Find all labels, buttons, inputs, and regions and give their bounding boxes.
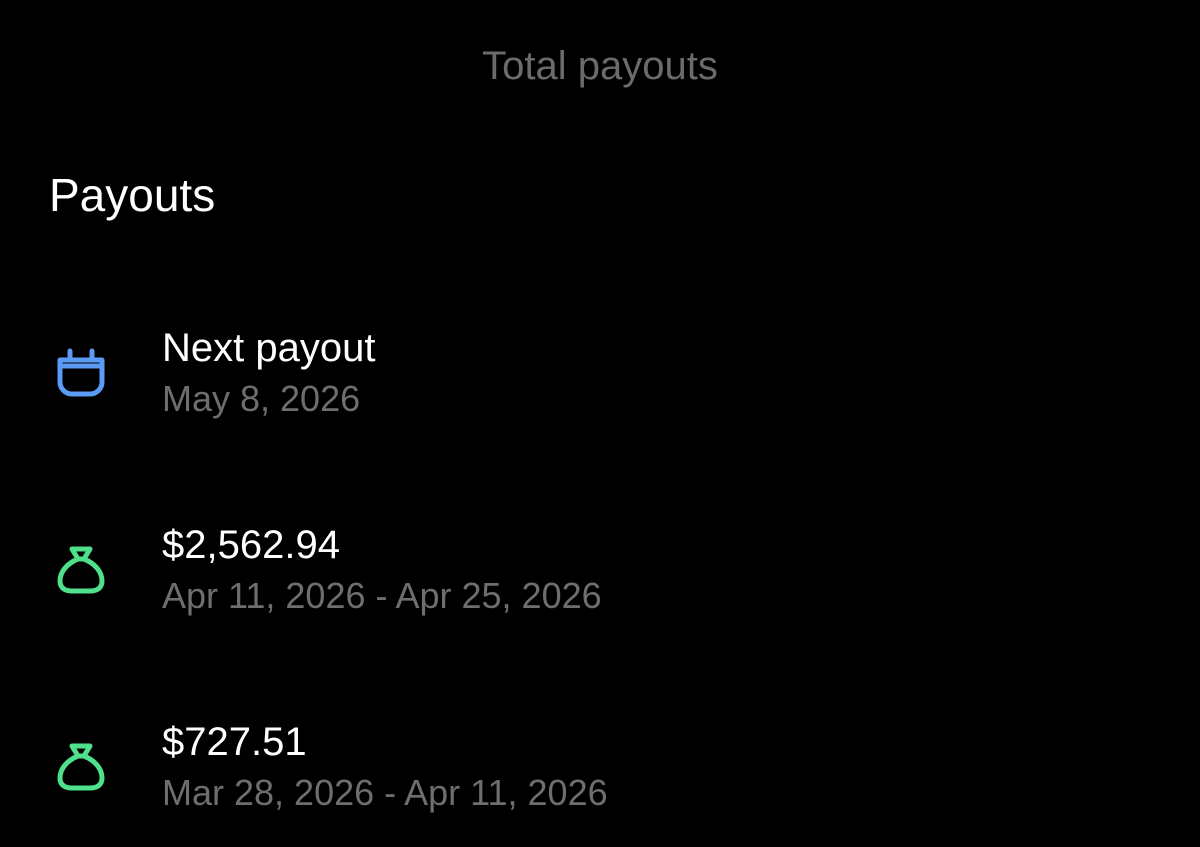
next-payout-title: Next payout: [162, 326, 376, 370]
next-payout-row[interactable]: Next payout May 8, 2026: [0, 322, 1200, 432]
payout-period: Mar 28, 2026 - Apr 11, 2026: [162, 772, 608, 813]
calendar-icon: [50, 342, 112, 404]
payout-row[interactable]: $727.51 Mar 28, 2026 - Apr 11, 2026: [0, 716, 1200, 826]
total-payouts-link[interactable]: Total payouts: [0, 42, 1200, 90]
money-bag-icon: [50, 539, 112, 601]
money-bag-icon: [50, 736, 112, 798]
payouts-section-title: Payouts: [49, 169, 216, 221]
payout-amount: $727.51: [162, 720, 307, 764]
payout-period: Apr 11, 2026 - Apr 25, 2026: [162, 575, 602, 616]
payout-row[interactable]: $2,562.94 Apr 11, 2026 - Apr 25, 2026: [0, 519, 1200, 629]
next-payout-date: May 8, 2026: [162, 378, 361, 419]
payout-amount: $2,562.94: [162, 523, 340, 567]
